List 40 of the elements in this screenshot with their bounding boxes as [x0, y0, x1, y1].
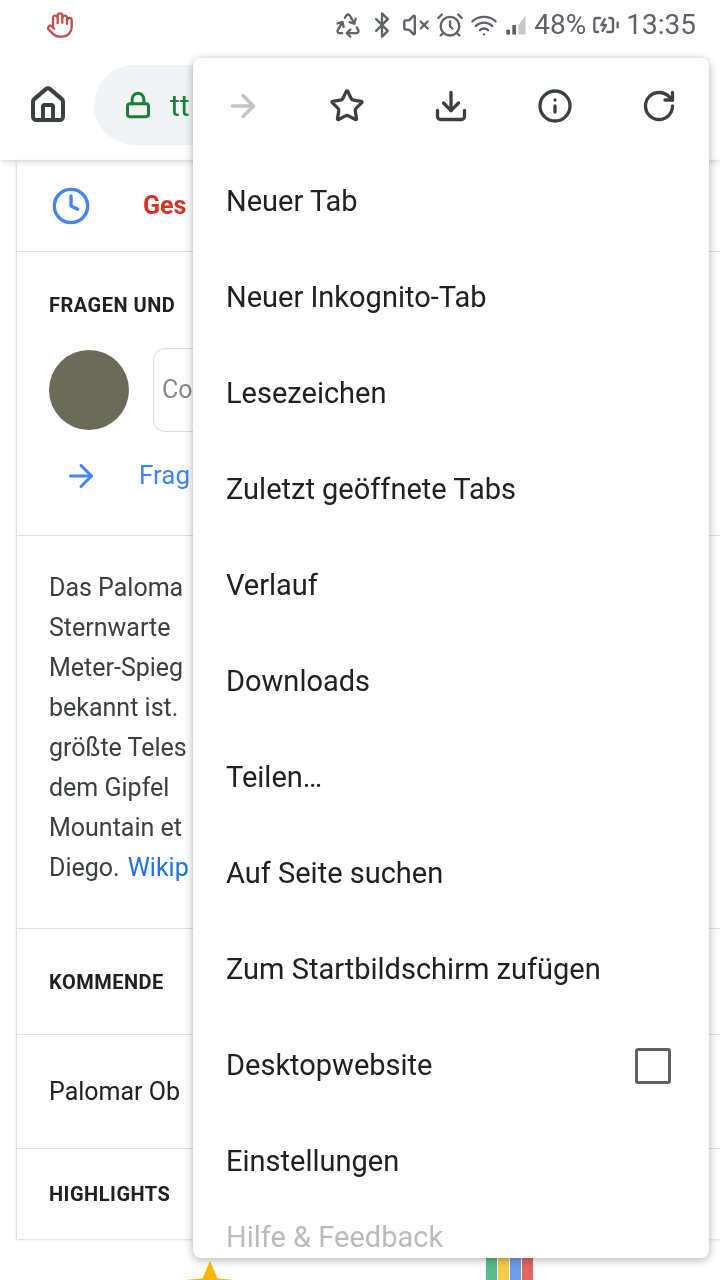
description-line: Diego.: [49, 852, 120, 884]
description-line: Meter-Spieg: [49, 652, 184, 684]
reload-icon[interactable]: [641, 88, 677, 124]
menu-item[interactable]: Verlauf: [193, 538, 709, 634]
notification-icon: [46, 11, 74, 39]
signal-icon: [504, 13, 529, 37]
wikipedia-link[interactable]: Wikip: [127, 848, 189, 888]
description-line: Sternwarte: [49, 612, 171, 644]
menu-item[interactable]: Teilen…: [193, 730, 709, 826]
ask-link[interactable]: Frag: [139, 456, 191, 495]
section-heading: HIGHLIGHTS: [49, 1181, 171, 1208]
section-heading: KOMMENDE: [49, 968, 164, 996]
menu-item[interactable]: Zum Startbildschirm zufügen: [193, 922, 709, 1018]
menu-item[interactable]: Downloads: [193, 634, 709, 730]
menu-item[interactable]: Neuer Tab: [193, 154, 709, 250]
download-icon[interactable]: [433, 88, 469, 124]
description-line: Mountain et: [49, 812, 182, 844]
alarm-icon: [436, 11, 465, 39]
checkbox[interactable]: [635, 1048, 671, 1084]
sync-icon: [334, 11, 363, 39]
menu-item[interactable]: Zuletzt geöffnete Tabs: [193, 442, 709, 538]
description-line: dem Gipfel: [49, 772, 170, 804]
clock-time: 13:35: [626, 7, 696, 43]
clock-icon: [51, 185, 91, 226]
description-line: Das Paloma: [49, 572, 184, 604]
home-icon[interactable]: [28, 85, 68, 125]
event-title[interactable]: Palomar Ob: [49, 1072, 180, 1111]
section-heading: FRAGEN UND: [49, 292, 176, 319]
bars-icon: [486, 1257, 534, 1280]
menu-item[interactable]: Auf Seite suchen: [193, 826, 709, 922]
info-icon[interactable]: [537, 88, 573, 124]
description-line: bekannt ist.: [49, 692, 179, 724]
lock-icon: [124, 91, 152, 119]
menu-item[interactable]: Neuer Inkognito-Tab: [193, 250, 709, 346]
menu-item[interactable]: Desktopwebsite: [193, 1018, 709, 1114]
description-line: größte Teles: [49, 732, 187, 764]
battery-percent: 48%: [534, 7, 587, 43]
url-text: tt: [170, 86, 190, 125]
menu-item[interactable]: Lesezeichen: [193, 346, 709, 442]
tab-label[interactable]: Ges: [143, 186, 187, 225]
